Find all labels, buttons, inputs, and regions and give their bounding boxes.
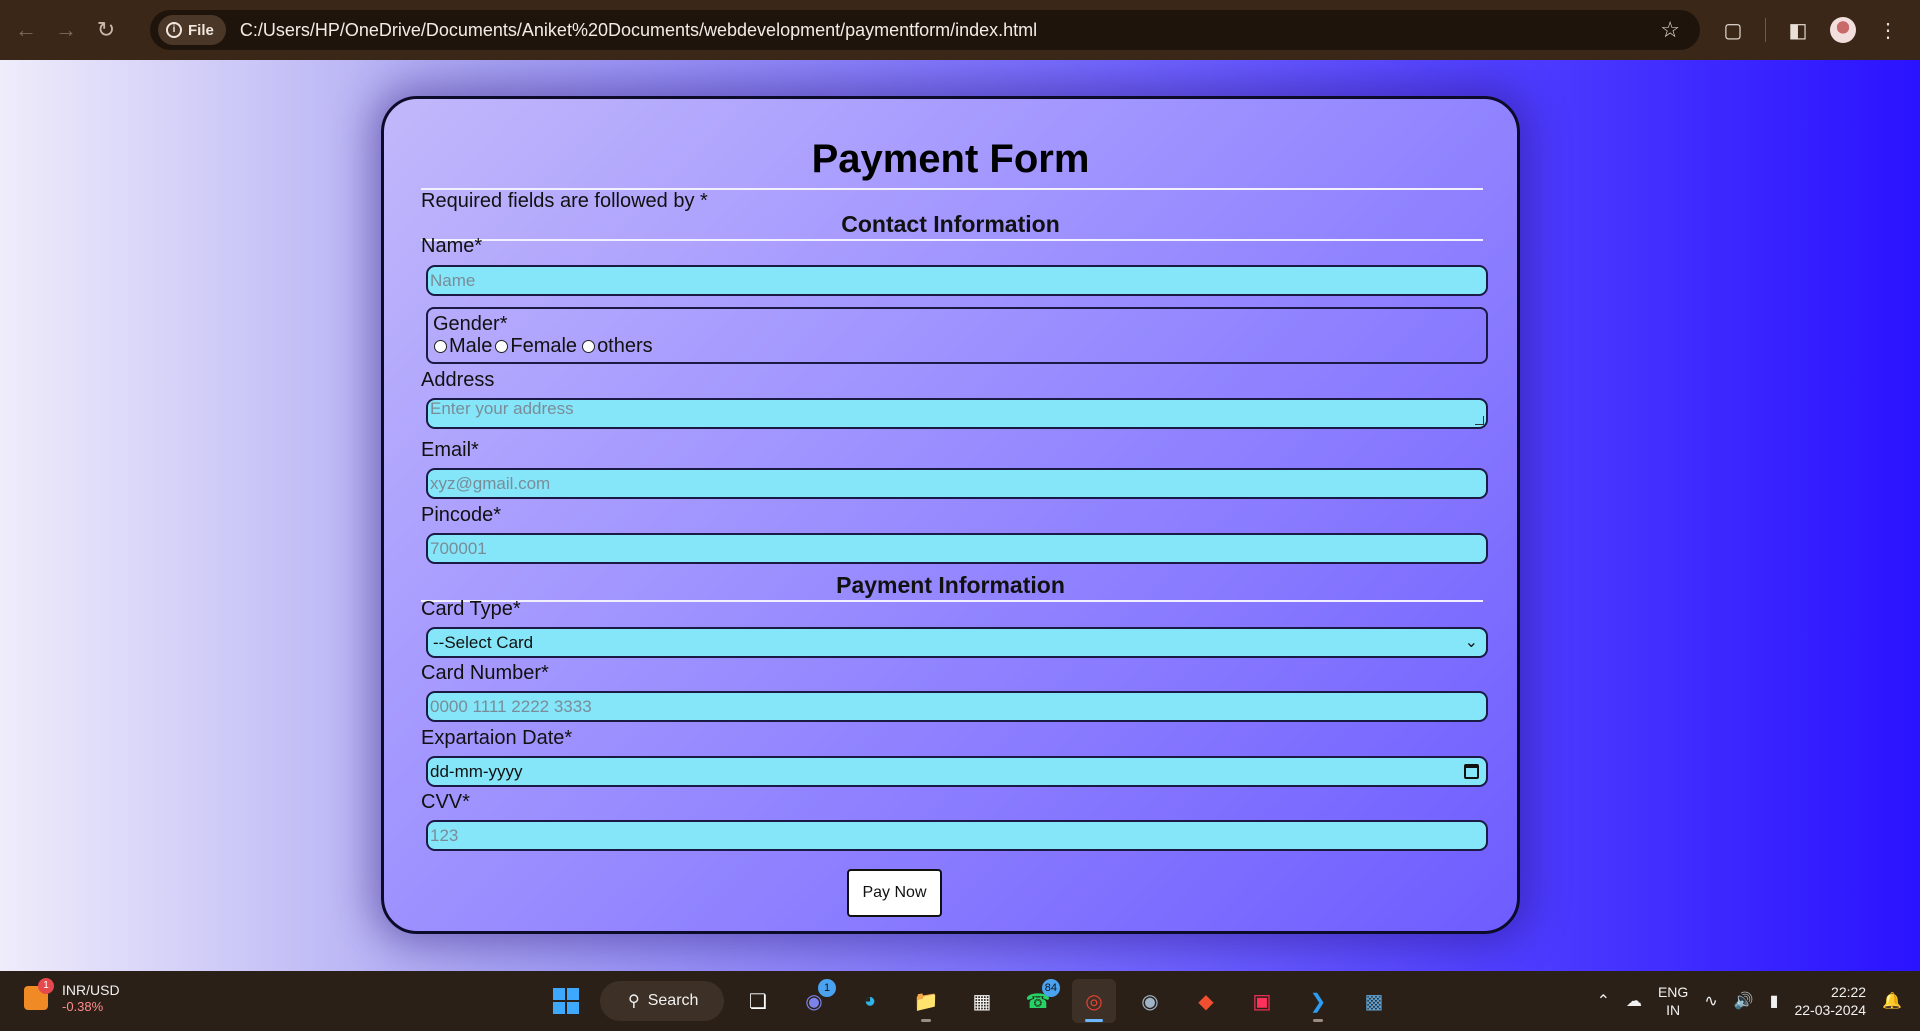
- email-label: Email*: [421, 439, 479, 461]
- currency-widget-icon: 1: [24, 977, 54, 1010]
- language-indicator[interactable]: ENG IN: [1658, 983, 1688, 1019]
- chevron-up-icon[interactable]: ⌃: [1597, 991, 1610, 1011]
- mysql-workbench-icon[interactable]: ▩: [1352, 979, 1396, 1023]
- cvv-input[interactable]: 123: [426, 820, 1488, 851]
- gender-male-label: Male: [449, 335, 493, 357]
- battery-icon[interactable]: ▮: [1770, 991, 1779, 1011]
- currency-change: -0.38%: [62, 999, 104, 1014]
- gender-male-radio[interactable]: [434, 340, 447, 353]
- bookmark-star-icon[interactable]: ☆: [1660, 17, 1680, 43]
- chevron-down-icon: ⌄: [1464, 634, 1478, 651]
- widget-badge: 1: [38, 977, 54, 994]
- gender-others-radio[interactable]: [582, 340, 596, 353]
- clock-time: 22:22: [1831, 984, 1867, 1000]
- address-label: Address: [421, 369, 495, 391]
- card-type-label: Card Type*: [421, 598, 521, 620]
- email-input[interactable]: xyz@gmail.com: [426, 468, 1488, 499]
- site-info-chip[interactable]: i File: [158, 15, 226, 45]
- contact-section-divider: [421, 239, 1483, 241]
- chrome-icon[interactable]: ◎: [1072, 979, 1116, 1023]
- profile-avatar[interactable]: [1830, 17, 1856, 43]
- file-explorer-icon[interactable]: 📁: [904, 979, 948, 1023]
- back-icon[interactable]: ←: [6, 10, 46, 50]
- gender-fieldset: Gender* Male Female others: [426, 307, 1488, 364]
- calendar-icon[interactable]: [1464, 764, 1479, 779]
- menu-kebab-icon[interactable]: ⋮: [1874, 18, 1902, 43]
- card-number-input[interactable]: 0000 1111 2222 3333: [426, 691, 1488, 722]
- expiry-placeholder: dd-mm-yyyy: [430, 762, 523, 781]
- wifi-icon[interactable]: ∿: [1704, 991, 1717, 1011]
- taskbar-search-label: Search: [647, 992, 699, 1009]
- card-type-selected: --Select Card: [433, 633, 534, 652]
- address-textarea[interactable]: Enter your address: [426, 398, 1488, 429]
- expiry-label: Expartaion Date*: [421, 727, 573, 749]
- reload-icon[interactable]: ↻: [86, 10, 126, 50]
- address-bar[interactable]: i File C:/Users/HP/OneDrive/Documents/An…: [150, 10, 1700, 50]
- browser-toolbar: ← → ↻ i File C:/Users/HP/OneDrive/Docume…: [0, 0, 1920, 60]
- microsoft-store-icon[interactable]: ▦: [960, 979, 1004, 1023]
- edge-icon[interactable]: ◕: [848, 979, 892, 1023]
- resize-handle-icon[interactable]: [1475, 416, 1484, 425]
- taskbar: 1 INR/USD -0.38% ⚲ Search ❏ ◉ 1 ◕ 📁 ▦ ☎ …: [0, 971, 1920, 1031]
- url-text[interactable]: C:/Users/HP/OneDrive/Documents/Aniket%20…: [240, 20, 1037, 41]
- contact-section-heading: Contact Information: [841, 211, 1060, 237]
- pay-now-button[interactable]: Pay Now: [847, 869, 942, 917]
- teams-icon[interactable]: ◉ 1: [792, 979, 836, 1023]
- name-input[interactable]: Name: [426, 265, 1488, 296]
- payment-form-card: Payment Form Required fields are followe…: [381, 96, 1520, 934]
- vscode-icon[interactable]: ❯: [1296, 979, 1340, 1023]
- payment-section-divider: [421, 600, 1483, 602]
- teams-badge: 1: [818, 979, 836, 997]
- volume-icon[interactable]: 🔊: [1734, 991, 1754, 1011]
- required-note: Required fields are followed by *: [421, 190, 708, 212]
- name-label: Name*: [421, 235, 483, 257]
- whatsapp-icon[interactable]: ☎ 84: [1016, 979, 1060, 1023]
- page-viewport: Payment Form Required fields are followe…: [0, 60, 1920, 971]
- lang-line-1: ENG: [1657, 984, 1689, 1000]
- notification-bell-icon[interactable]: 🔔: [1882, 991, 1902, 1011]
- gender-others-label: others: [597, 335, 653, 357]
- camera-icon[interactable]: ◉: [1128, 979, 1172, 1023]
- system-clock[interactable]: 22:22 22-03-2024: [1794, 983, 1866, 1019]
- pincode-input[interactable]: 700001: [426, 533, 1488, 564]
- extensions-icon[interactable]: ▢: [1719, 18, 1747, 43]
- address-placeholder: Enter your address: [430, 399, 574, 418]
- gender-label: Gender*: [433, 313, 508, 335]
- currency-pair: INR/USD: [62, 982, 120, 998]
- whatsapp-badge: 84: [1041, 979, 1060, 997]
- gender-female-label: Female: [510, 335, 578, 357]
- side-panel-icon[interactable]: ◧: [1784, 18, 1812, 43]
- forward-icon[interactable]: →: [46, 10, 86, 50]
- form-title: Payment Form: [811, 137, 1090, 181]
- cvv-label: CVV*: [421, 791, 470, 813]
- toolbar-divider: [1765, 18, 1766, 42]
- gender-female-radio[interactable]: [495, 340, 509, 353]
- search-icon: ⚲: [628, 993, 640, 1010]
- info-icon: i: [166, 22, 182, 38]
- file-chip-label: File: [188, 21, 214, 39]
- lang-line-2: IN: [1666, 1002, 1681, 1018]
- pincode-label: Pincode*: [421, 504, 502, 526]
- clock-date: 22-03-2024: [1794, 1002, 1867, 1018]
- currency-widget[interactable]: 1 INR/USD -0.38%: [24, 977, 120, 1014]
- expiry-date-input[interactable]: dd-mm-yyyy: [426, 756, 1488, 787]
- taskbar-search[interactable]: ⚲ Search: [600, 981, 724, 1021]
- payment-section-heading: Payment Information: [836, 572, 1065, 598]
- windows-start-icon[interactable]: [544, 979, 588, 1023]
- onedrive-cloud-icon[interactable]: ☁: [1626, 991, 1642, 1011]
- task-view-icon[interactable]: ❏: [736, 979, 780, 1023]
- intellij-icon[interactable]: ▣: [1240, 979, 1284, 1023]
- card-number-label: Card Number*: [421, 662, 549, 684]
- card-type-select[interactable]: --Select Card ⌄: [426, 627, 1488, 658]
- git-icon[interactable]: ◆: [1184, 979, 1228, 1023]
